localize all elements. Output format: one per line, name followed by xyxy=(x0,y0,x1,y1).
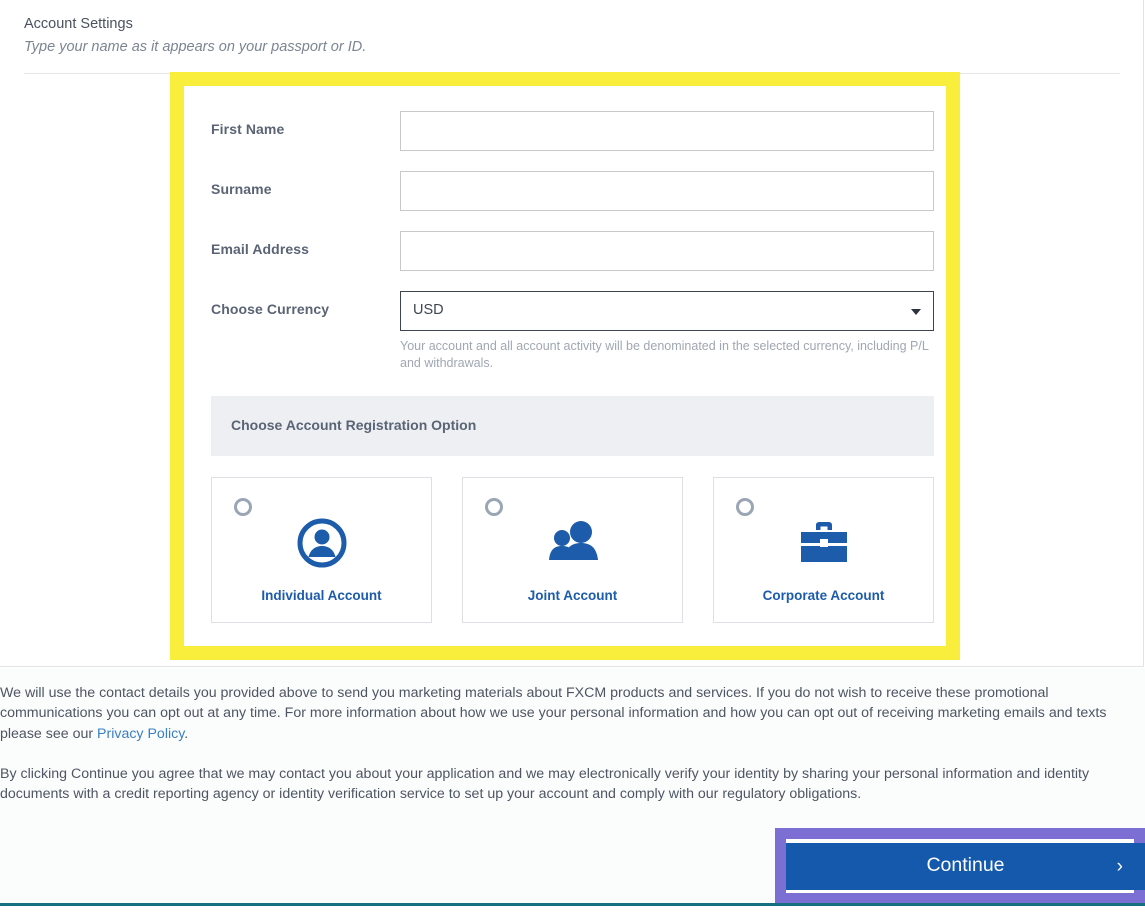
continue-button[interactable]: Continue › xyxy=(786,843,1145,890)
email-address-input[interactable] xyxy=(400,231,934,271)
bottom-teal-rule xyxy=(0,903,1145,906)
registration-section-title: Choose Account Registration Option xyxy=(231,417,477,433)
privacy-policy-link[interactable]: Privacy Policy xyxy=(97,726,184,742)
label-choose-currency: Choose Currency xyxy=(211,301,330,317)
label-first-name: First Name xyxy=(211,121,285,137)
account-option-individual[interactable]: Individual Account xyxy=(211,477,432,623)
marketing-disclaimer: We will use the contact details you prov… xyxy=(0,683,1145,744)
two-people-icon xyxy=(463,518,682,570)
radio-corporate[interactable] xyxy=(736,498,754,516)
account-option-label-joint: Joint Account xyxy=(527,588,618,603)
identity-disclaimer: By clicking Continue you agree that we m… xyxy=(0,765,1090,803)
registration-section-bar: Choose Account Registration Option xyxy=(211,396,934,456)
field-row-choose-currency: Choose Currency USD xyxy=(211,291,941,331)
account-settings-page: Account Settings Type your name as it ap… xyxy=(0,0,1145,912)
field-row-surname: Surname xyxy=(211,171,941,211)
account-option-joint[interactable]: Joint Account xyxy=(462,477,683,623)
chevron-down-icon xyxy=(911,309,921,315)
account-type-options: Individual Account Joint Account Corpora… xyxy=(211,477,934,623)
disclaimer-section: We will use the contact details you prov… xyxy=(0,683,1145,824)
label-email-address: Email Address xyxy=(211,241,310,257)
field-row-email-address: Email Address xyxy=(211,231,941,271)
radio-individual[interactable] xyxy=(234,498,252,516)
first-name-input[interactable] xyxy=(400,111,934,151)
continue-button-label: Continue xyxy=(926,854,1005,876)
currency-help-text: Your account and all account activity wi… xyxy=(400,339,929,370)
marketing-disclaimer-text-2: . xyxy=(184,725,189,742)
person-circle-icon xyxy=(212,518,431,570)
currency-select[interactable]: USD xyxy=(400,291,934,331)
field-row-first-name: First Name xyxy=(211,111,941,151)
radio-joint[interactable] xyxy=(485,498,503,516)
account-option-corporate[interactable]: Corporate Account xyxy=(713,477,934,623)
form-area: First Name Surname Email Address Choose … xyxy=(0,0,1145,667)
surname-input[interactable] xyxy=(400,171,934,211)
chevron-right-icon: › xyxy=(1116,856,1123,877)
account-option-label-corporate: Corporate Account xyxy=(762,588,885,603)
briefcase-icon xyxy=(714,518,933,570)
currency-selected-value: USD xyxy=(413,302,444,318)
label-surname: Surname xyxy=(211,181,272,197)
account-option-label-individual: Individual Account xyxy=(261,588,382,603)
